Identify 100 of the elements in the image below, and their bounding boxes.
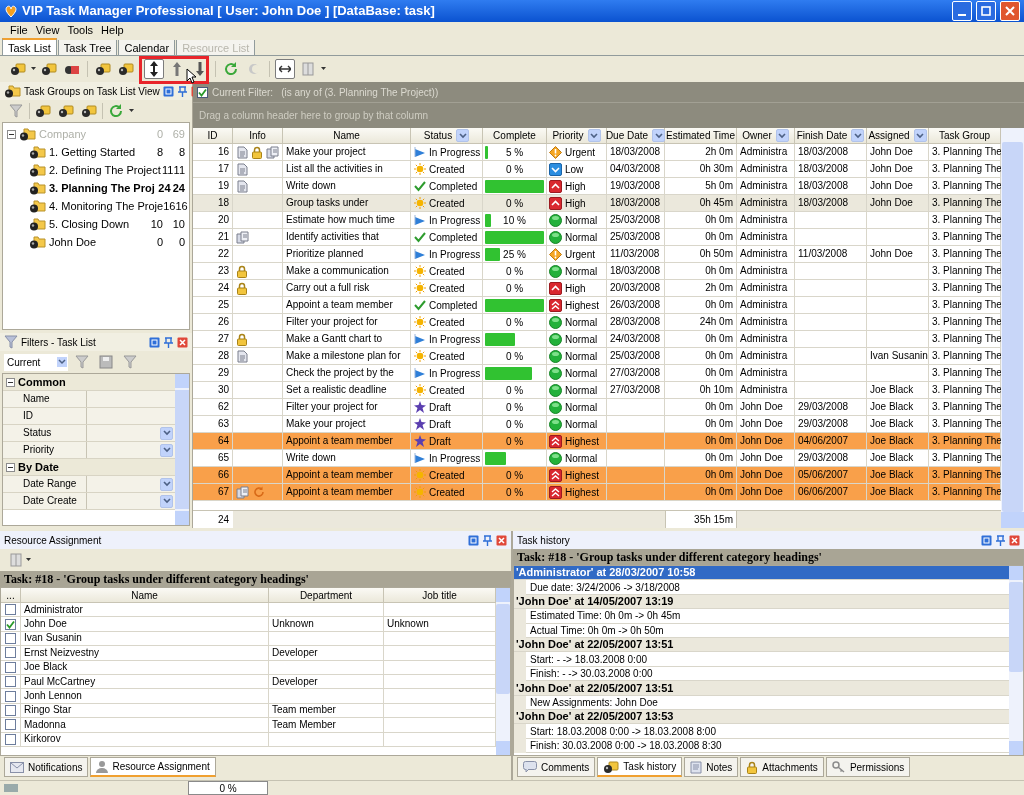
column-header[interactable]: Due Date [607, 128, 665, 143]
collapse-toggle[interactable] [6, 377, 15, 387]
checkbox[interactable] [5, 704, 16, 716]
minimize-button[interactable] [952, 1, 972, 21]
checkbox[interactable] [5, 719, 16, 731]
tab[interactable]: Permissions [825, 757, 911, 777]
column-header[interactable]: ... [1, 588, 21, 603]
table-row[interactable]: 18 Group tasks under Created 0 % High 18/03/2008 0h 45m Administra 18/03/2008 John Doe 3. Planning The [193, 195, 1001, 212]
checkbox[interactable] [5, 647, 16, 659]
table-row[interactable]: 21 Identify activities that Completed Normal 25/03/2008 0h 0m Administra 3. Planning The [193, 229, 1001, 246]
menu-item[interactable]: Tools [67, 21, 94, 39]
dropdown-button[interactable] [160, 443, 173, 457]
menu-item[interactable]: View [35, 21, 60, 39]
column-header[interactable]: ID [193, 128, 233, 143]
fit-width-button[interactable] [275, 59, 295, 79]
task-icon [95, 62, 111, 76]
status-text: Created [429, 349, 465, 364]
scrollbar[interactable] [1009, 566, 1023, 755]
tab[interactable]: Task List [2, 38, 57, 55]
table-row[interactable]: 17 List all the activities in Created 0 % Low 04/03/2008 0h 30m Administra 18/03/2008 John Doe 3. Planning The [193, 161, 1001, 178]
column-header[interactable]: Info [233, 128, 283, 143]
table-row[interactable]: 67 Appoint a team member Created 0 % Highest 0h 0m John Doe 06/06/2007 Joe Black 3. Planning The [193, 484, 1001, 501]
column-header[interactable]: Status [411, 128, 483, 143]
table-row[interactable]: 62 Filter your project for Draft 0 % Normal 0h 0m John Doe 29/03/2008 Joe Black 3. Planning The [193, 399, 1001, 416]
dropdown-button[interactable] [652, 129, 666, 142]
dropdown-button[interactable] [160, 494, 173, 508]
checkbox[interactable] [5, 661, 16, 673]
close-button[interactable] [1000, 1, 1020, 21]
dropdown-button[interactable] [851, 129, 865, 142]
checkbox[interactable] [5, 604, 16, 616]
column-header[interactable]: Name [21, 588, 269, 603]
dropdown-button[interactable] [587, 129, 601, 142]
table-row[interactable]: 23 Make a communication Created 0 % Normal 18/03/2008 0h 0m Administra 3. Planning The [193, 263, 1001, 280]
count: 16 [163, 198, 176, 214]
row-count: 24 [193, 511, 233, 528]
table-row[interactable]: 19 Write down Completed High 19/03/2008 5h 0m Administra 18/03/2008 John Doe 3. Planning The [193, 178, 1001, 195]
table-row[interactable]: 27 Make a Gantt chart to In Progress Normal 24/03/2008 0h 0m Administra 3. Planning The [193, 331, 1001, 348]
column-header[interactable]: Owner [737, 128, 795, 143]
filter-checkbox[interactable] [197, 86, 208, 98]
chevron-down-icon [778, 132, 787, 139]
table-row[interactable]: 65 Write down In Progress Normal 0h 0m John Doe 29/03/2008 Joe Black 3. Planning The [193, 450, 1001, 467]
table-row[interactable]: 63 Make your project Draft 0 % Normal 0h 0m John Doe 29/03/2008 Joe Black 3. Planning The [193, 416, 1001, 433]
table-cell: Ringo Star [21, 703, 269, 719]
preset-dropdown[interactable]: Current [4, 353, 68, 371]
table-row[interactable]: 28 Make a milestone plan for Created 0 % Normal 25/03/2008 0h 0m Administra Ivan Susanin 3. Planning The [193, 348, 1001, 365]
down-arrow-icon [195, 61, 205, 77]
column-header[interactable]: Name [283, 128, 411, 143]
count: 0 [177, 234, 186, 250]
percent-text: 0 % [504, 196, 525, 210]
dropdown-button[interactable] [160, 477, 173, 491]
table-row[interactable]: 66 Appoint a team member Created 0 % Highest 0h 0m John Doe 05/06/2007 Joe Black 3. Planning The [193, 467, 1001, 484]
checkbox[interactable] [5, 733, 16, 745]
column-header[interactable]: Estimated Time [665, 128, 737, 143]
move-button[interactable] [144, 59, 164, 79]
collapse-toggle[interactable] [6, 462, 15, 472]
history-change: Start: 18.03.2008 0:00 -> 18.03.2008 8:00 [526, 724, 1009, 739]
column-header[interactable]: Priority [547, 128, 607, 143]
menu-item[interactable]: File [10, 21, 28, 39]
table-row[interactable]: 64 Appoint a team member Draft 0 % Highest 0h 0m John Doe 04/06/2007 Joe Black 3. Planning The [193, 433, 1001, 450]
table-row[interactable]: 20 Estimate how much time In Progress 10 % Normal 25/03/2008 0h 0m Administra 3. Planning The [193, 212, 1001, 229]
save-filter-button[interactable] [96, 352, 116, 372]
folder-icon [19, 127, 36, 141]
tab[interactable]: Attachments [740, 757, 824, 777]
table-row[interactable]: 25 Appoint a team member Completed Highest 26/03/2008 0h 0m Administra 3. Planning The [193, 297, 1001, 314]
history-entry-header[interactable]: 'Administrator' at 28/03/2007 10:58 [514, 566, 1009, 581]
scrollbar[interactable] [496, 588, 510, 755]
checkbox[interactable] [5, 676, 16, 688]
table-row[interactable]: 24 Carry out a full risk Created 0 % High 20/03/2008 2h 0m Administra 3. Planning The [193, 280, 1001, 297]
checkbox[interactable] [5, 618, 16, 630]
checkbox[interactable] [5, 690, 16, 702]
table-row[interactable]: 22 Prioritize planned In Progress 25 % Urgent 11/03/2008 0h 50m Administra 11/03/2008 John Doe 3. Planning The [193, 246, 1001, 263]
tab[interactable]: Task history [597, 757, 683, 777]
tab[interactable]: Comments [517, 757, 596, 777]
table-row[interactable]: 29 Check the project by the In Progress Normal 27/03/2008 0h 0m Administra 3. Planning The [193, 365, 1001, 382]
menu-item[interactable]: Help [101, 21, 124, 39]
tab[interactable]: Resource Assignment [90, 757, 216, 777]
column-header[interactable]: Assigned [867, 128, 929, 143]
table-row[interactable]: 30 Set a realistic deadline Created 0 % Normal 27/03/2008 0h 10m Administra Joe Black 3. Planning The [193, 382, 1001, 399]
maximize-button[interactable] [976, 1, 996, 21]
dropdown-button[interactable] [775, 129, 789, 142]
refresh-icon [224, 62, 238, 76]
column-header[interactable]: Finish Date [795, 128, 867, 143]
tab[interactable]: Notifications [4, 757, 89, 777]
tab[interactable]: Calendar [118, 40, 176, 55]
dropdown-button[interactable] [913, 129, 927, 142]
table-row[interactable]: 16 Make your project In Progress 5 % Urgent 18/03/2008 2h 0m Administra 18/03/2008 John Doe 3. Planning The [193, 144, 1001, 161]
dropdown-button[interactable] [456, 129, 470, 142]
person-icon [96, 760, 109, 773]
tab[interactable]: Task Tree [57, 40, 118, 55]
scrollbar[interactable] [175, 374, 189, 525]
tab[interactable]: Notes [684, 757, 739, 777]
minus-icon [8, 464, 13, 470]
column-header[interactable]: Complete [483, 128, 547, 143]
table-row[interactable]: 26 Filter your project for Created 0 % Normal 28/03/2008 24h 0m Administra 3. Planning The [193, 314, 1001, 331]
table-cell: Administrator [21, 603, 269, 618]
dropdown-button[interactable] [160, 426, 173, 440]
history-entry-header[interactable]: 'John Doe' at 22/05/2007 13:51 [514, 681, 1009, 696]
checkbox[interactable] [5, 632, 16, 644]
column-header[interactable]: Task Group [929, 128, 1001, 143]
column-header[interactable]: Department [269, 588, 384, 603]
